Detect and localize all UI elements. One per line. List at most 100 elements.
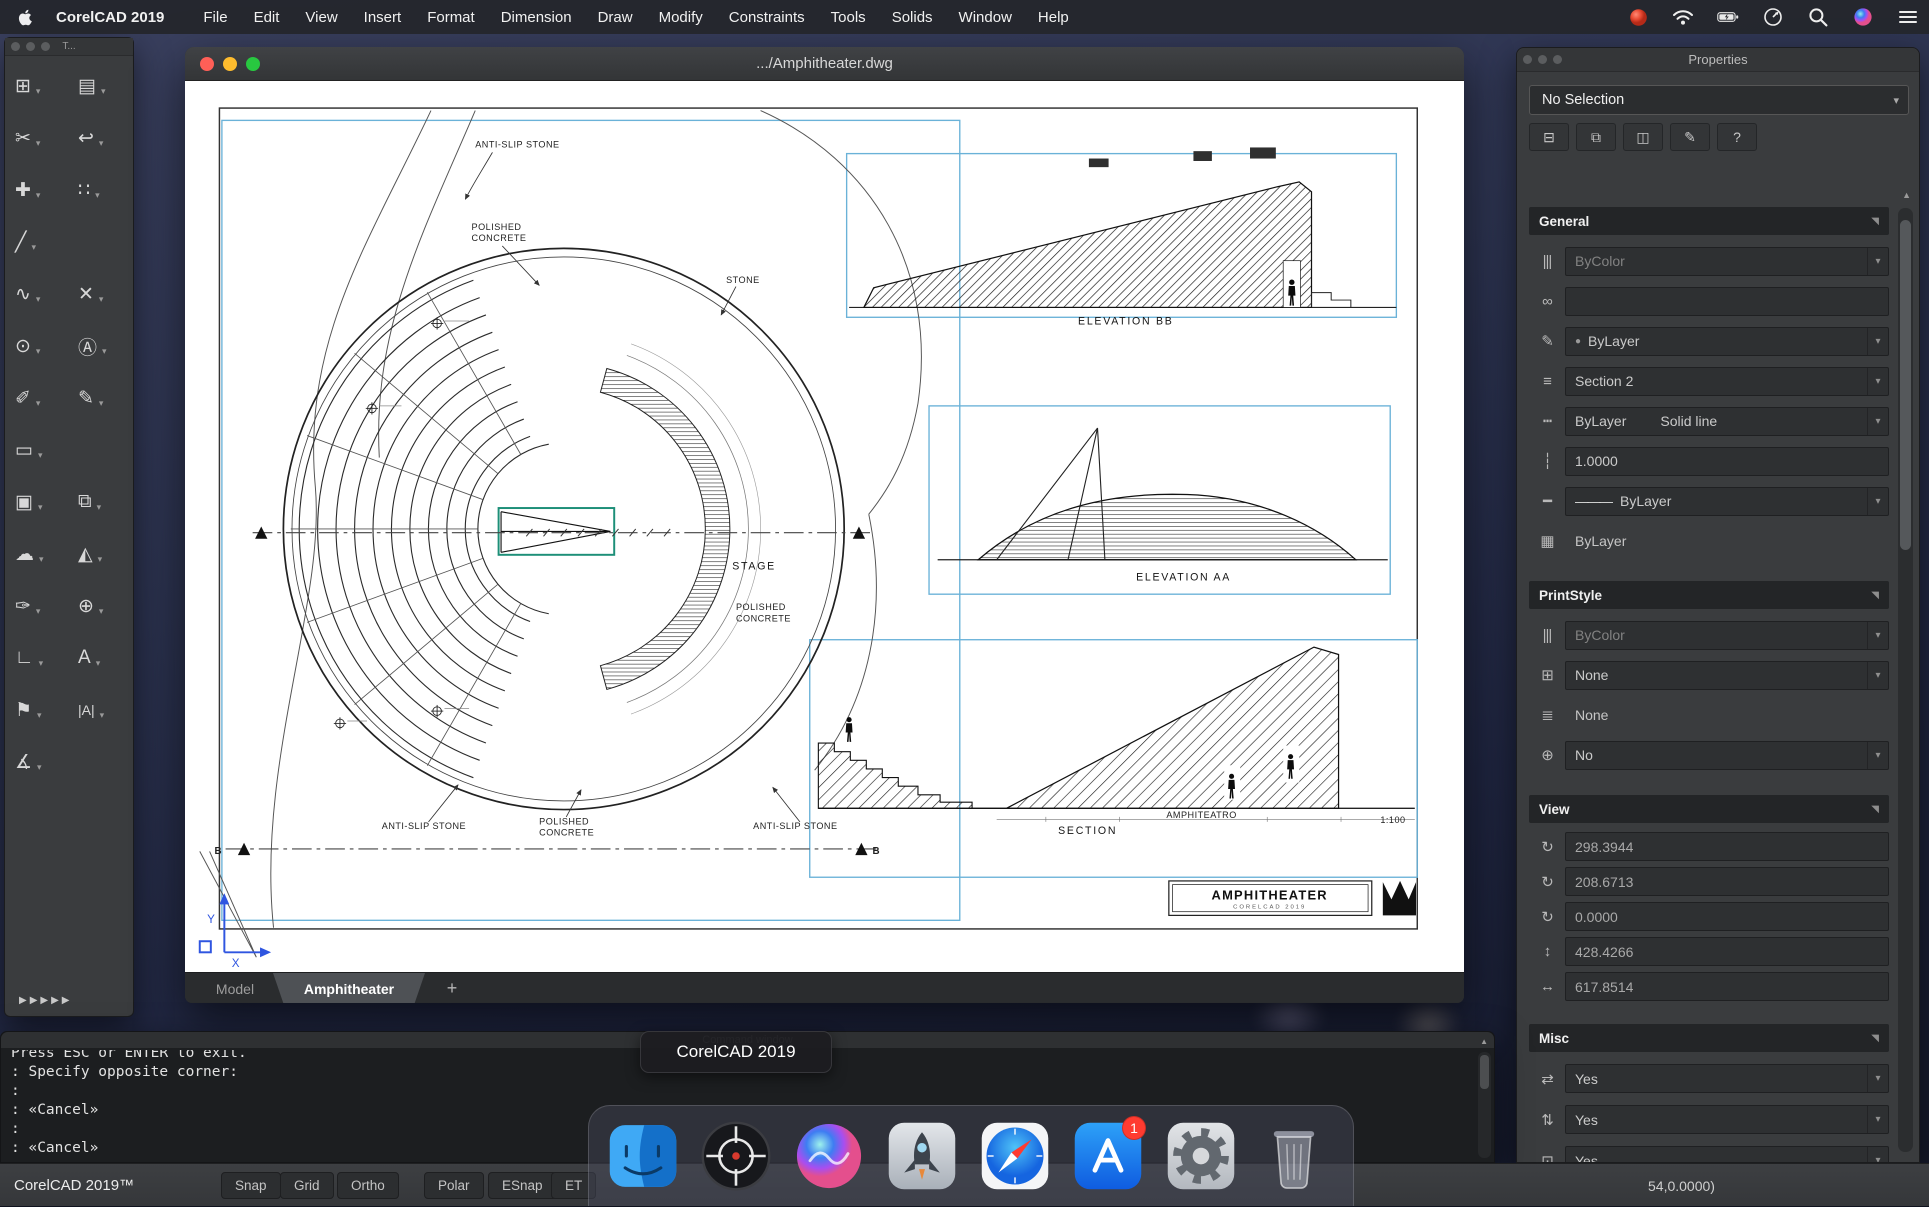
- menu-dimension[interactable]: Dimension: [488, 0, 585, 34]
- tool-viewport-button[interactable]: ▭▾: [6, 424, 69, 476]
- line-scale-field[interactable]: 1.0000: [1565, 447, 1889, 476]
- menu-draw[interactable]: Draw: [585, 0, 646, 34]
- drawing-canvas[interactable]: STAGE: [185, 81, 1464, 972]
- line-weight-dropdown[interactable]: ———ByLayer▾: [1565, 487, 1889, 516]
- menu-solids[interactable]: Solids: [879, 0, 946, 34]
- dock-preferences-icon[interactable]: [1161, 1116, 1241, 1196]
- menu-edit[interactable]: Edit: [241, 0, 293, 34]
- document-titlebar[interactable]: .../Amphitheater.dwg: [185, 47, 1464, 81]
- tab-amphitheater[interactable]: Amphitheater: [273, 973, 425, 1003]
- dock-appstore-icon[interactable]: 1: [1068, 1116, 1148, 1196]
- tool-spline-button[interactable]: ✐▾: [6, 372, 69, 424]
- misc-dropdown-2[interactable]: Yes▾: [1565, 1105, 1889, 1134]
- chevron-down-icon[interactable]: ▾: [95, 190, 100, 201]
- chevron-down-icon[interactable]: ▾: [96, 658, 101, 669]
- dock-siri-icon[interactable]: [789, 1116, 869, 1196]
- chevron-down-icon[interactable]: ▾: [36, 346, 41, 357]
- filter-button[interactable]: ⊟: [1529, 123, 1569, 151]
- chevron-down-icon[interactable]: ▾: [36, 190, 41, 201]
- tool-undo-button[interactable]: ↩▾: [69, 112, 132, 164]
- tool-print-button[interactable]: ▤▾: [69, 60, 132, 112]
- chevron-down-icon[interactable]: ▾: [98, 554, 103, 565]
- misc-dropdown-3[interactable]: Yes▾: [1565, 1146, 1889, 1162]
- tool-fillet-button[interactable]: ∟▾: [6, 632, 69, 684]
- chevron-down-icon[interactable]: ▾: [36, 294, 41, 305]
- wifi-icon[interactable]: [1672, 6, 1694, 28]
- search-icon[interactable]: [1807, 6, 1829, 28]
- menu-format[interactable]: Format: [414, 0, 488, 34]
- chevron-down-icon[interactable]: ▾: [100, 710, 105, 721]
- dock-launchpad-icon[interactable]: [882, 1116, 962, 1196]
- tool-line-button[interactable]: ╱▾: [6, 216, 69, 268]
- hyperlink-field[interactable]: [1565, 287, 1889, 316]
- tool-delete-button[interactable]: ✕▾: [69, 268, 132, 320]
- chevron-down-icon[interactable]: ▾: [38, 450, 43, 461]
- add-sheet-button[interactable]: +: [437, 973, 467, 1003]
- tool-note-button[interactable]: ✎▾: [69, 372, 132, 424]
- tool-circle-button[interactable]: ⊙▾: [6, 320, 69, 372]
- chevron-down-icon[interactable]: ▾: [102, 346, 107, 357]
- tool-palette-titlebar[interactable]: T...: [5, 38, 133, 56]
- tool-box-button[interactable]: ▣▾: [6, 476, 69, 528]
- tool-polyline-button[interactable]: ∿▾: [6, 268, 69, 320]
- palette-expand-button[interactable]: ▶▶▶▶▶: [19, 995, 72, 1006]
- view-width-field[interactable]: 617.8514: [1565, 972, 1889, 1001]
- view-y-field[interactable]: 208.6713: [1565, 867, 1889, 896]
- menu-file[interactable]: File: [190, 0, 240, 34]
- tool-sphere-button[interactable]: ☁▾: [6, 528, 69, 580]
- tool-hatch-button[interactable]: ⚑▾: [6, 684, 69, 736]
- snap-toggle[interactable]: Snap: [221, 1172, 281, 1199]
- view-height-field[interactable]: 428.4266: [1565, 937, 1889, 966]
- plot-dropdown[interactable]: No▾: [1565, 741, 1889, 770]
- chevron-down-icon[interactable]: ▾: [31, 242, 36, 253]
- menu-help[interactable]: Help: [1025, 0, 1082, 34]
- section-header-printstyle[interactable]: PrintStyle ◥: [1529, 581, 1889, 609]
- app-red-icon[interactable]: [1627, 6, 1649, 28]
- esnap-toggle[interactable]: ESnap: [488, 1172, 557, 1199]
- section-header-misc[interactable]: Misc ◥: [1529, 1024, 1889, 1052]
- tool-annotation-button[interactable]: Ⓐ▾: [69, 320, 132, 372]
- scroll-up-icon[interactable]: ▲: [1902, 190, 1911, 200]
- siri-icon[interactable]: [1852, 6, 1874, 28]
- chevron-down-icon[interactable]: ▾: [99, 294, 104, 305]
- line-color-print-dropdown[interactable]: ByColor▾: [1565, 247, 1889, 276]
- sync-icon[interactable]: [1762, 6, 1784, 28]
- tool-sketch-button[interactable]: ✑▾: [6, 580, 69, 632]
- menu-tools[interactable]: Tools: [818, 0, 879, 34]
- menu-modify[interactable]: Modify: [646, 0, 716, 34]
- chevron-down-icon[interactable]: ▾: [36, 606, 41, 617]
- tool-cone-button[interactable]: ◭▾: [69, 528, 132, 580]
- selection-dropdown[interactable]: No Selection ▾: [1529, 85, 1909, 115]
- dock-finder-icon[interactable]: [603, 1116, 683, 1196]
- chevron-down-icon[interactable]: ▾: [36, 398, 41, 409]
- tool-text-style-button[interactable]: A▾: [69, 632, 132, 684]
- tool-move-button[interactable]: ✚▾: [6, 164, 69, 216]
- misc-dropdown-1[interactable]: Yes▾: [1565, 1064, 1889, 1093]
- layer-dropdown[interactable]: Section 2▾: [1565, 367, 1889, 396]
- console-scrollbar[interactable]: [1478, 1052, 1491, 1158]
- dock-corelcad-icon[interactable]: [696, 1116, 776, 1196]
- tool-align-text-button[interactable]: |A|▾: [69, 684, 132, 736]
- chevron-down-icon[interactable]: ▾: [36, 138, 41, 149]
- display-button[interactable]: ◫: [1623, 123, 1663, 151]
- tool-cut-button[interactable]: ✂▾: [6, 112, 69, 164]
- print-color-dropdown[interactable]: ByColor▾: [1565, 621, 1889, 650]
- tool-extrude-button[interactable]: ⧉▾: [69, 476, 132, 528]
- chevron-down-icon[interactable]: ▾: [99, 606, 104, 617]
- tool-center-point-button[interactable]: ⊕▾: [69, 580, 132, 632]
- customize-button[interactable]: ✎: [1670, 123, 1710, 151]
- chevron-down-icon[interactable]: ▾: [37, 710, 42, 721]
- line-color-dropdown[interactable]: ●ByLayer▾: [1565, 327, 1889, 356]
- chevron-down-icon[interactable]: ▾: [99, 138, 104, 149]
- section-header-view[interactable]: View ◥: [1529, 795, 1889, 823]
- menu-view[interactable]: View: [292, 0, 350, 34]
- scroll-up-icon[interactable]: ▲: [1480, 1037, 1488, 1046]
- grid-toggle[interactable]: Grid: [280, 1172, 334, 1199]
- chevron-down-icon[interactable]: ▾: [97, 502, 102, 513]
- battery-icon[interactable]: [1717, 6, 1739, 28]
- chevron-down-icon[interactable]: ▾: [38, 502, 43, 513]
- tab-model[interactable]: Model: [199, 973, 271, 1003]
- tool-pattern-button[interactable]: ∷▾: [69, 164, 132, 216]
- menu-constraints[interactable]: Constraints: [716, 0, 818, 34]
- chevron-down-icon[interactable]: ▾: [37, 762, 42, 773]
